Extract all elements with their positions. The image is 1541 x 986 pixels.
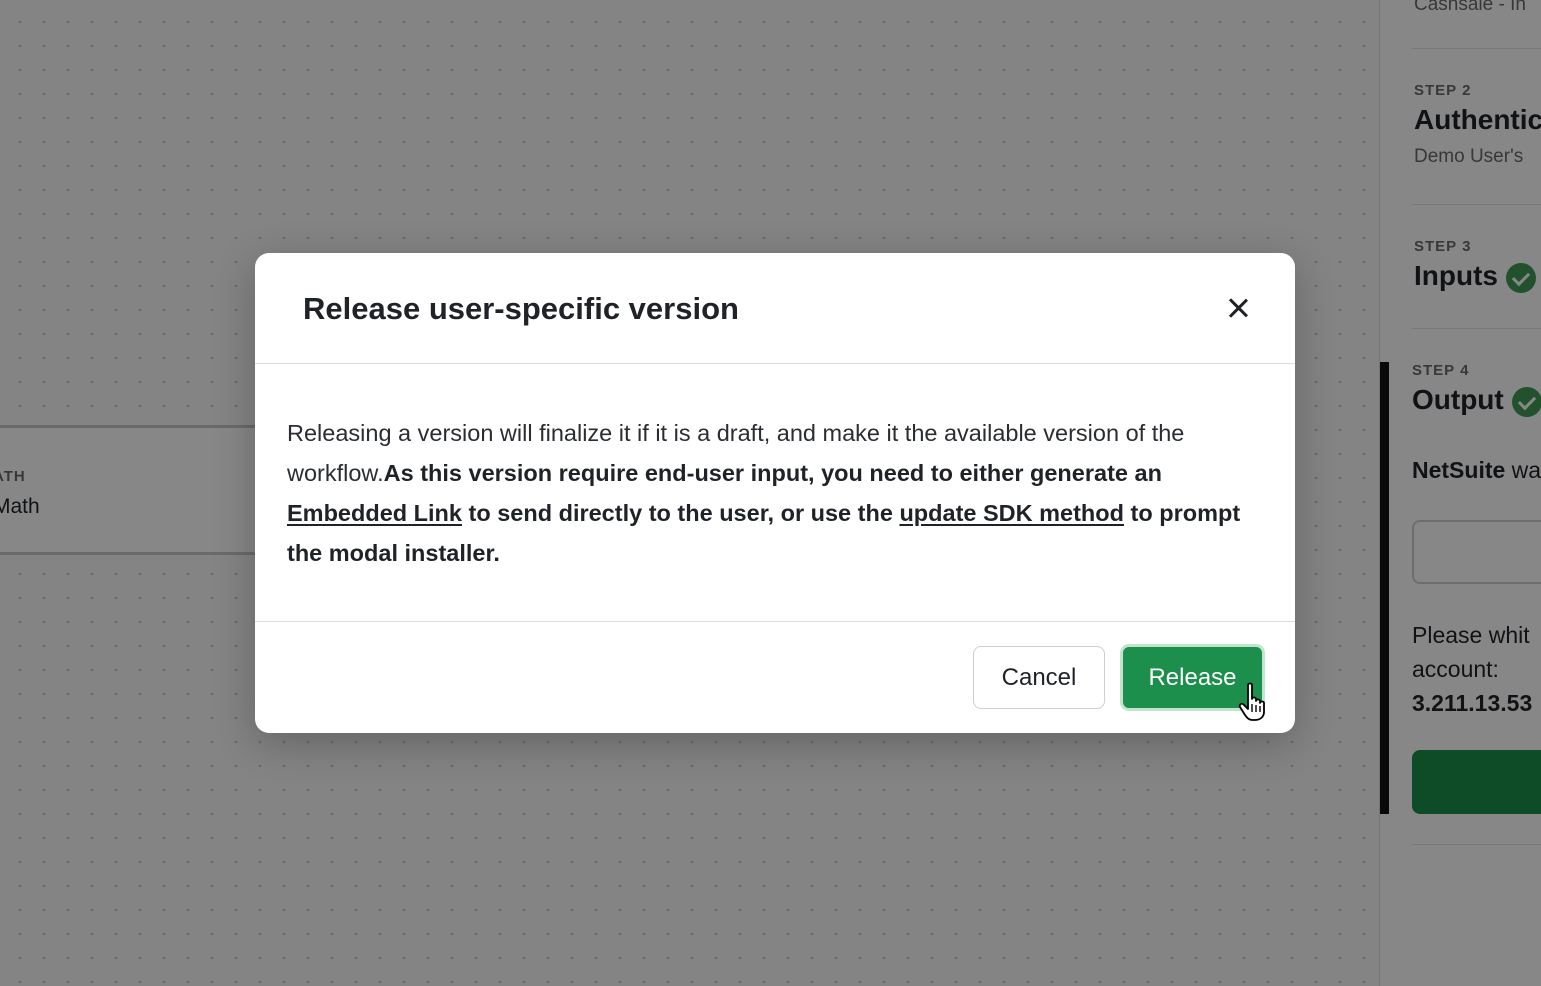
close-icon[interactable]	[1221, 291, 1255, 325]
dialog-footer: Cancel Release	[255, 621, 1295, 733]
cancel-button[interactable]: Cancel	[973, 646, 1105, 709]
release-version-dialog: Release user-specific version Releasing …	[255, 253, 1295, 733]
embedded-link-link[interactable]: Embedded Link	[287, 500, 462, 526]
body-bold-text: As this version require end-user input, …	[383, 460, 1162, 486]
body-bold-text-2: to send directly to the user, or use the	[461, 500, 900, 526]
dialog-body: Releasing a version will finalize it if …	[287, 413, 1267, 573]
hand-pointer-icon	[1238, 682, 1265, 721]
update-sdk-method-link[interactable]: update SDK method	[899, 500, 1124, 526]
dialog-header: Release user-specific version	[255, 253, 1295, 364]
dialog-title: Release user-specific version	[303, 291, 739, 326]
